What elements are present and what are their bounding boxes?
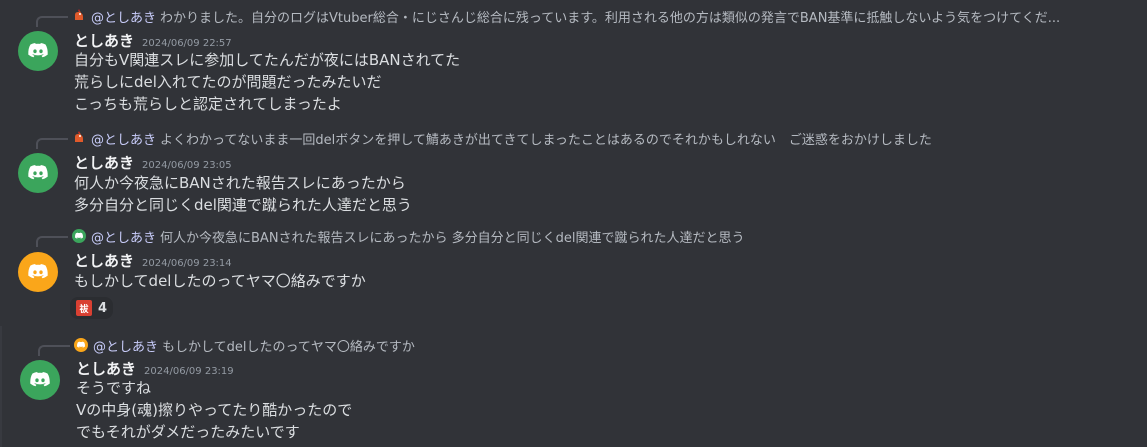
message-line: 荒らしにdel入れてたのが問題だったみたいだ xyxy=(74,73,382,91)
message-line: 多分自分と同じくdel関連で蹴られた人達だと思う xyxy=(74,196,412,214)
timestamp[interactable]: 2024/06/09 23:05 xyxy=(142,160,232,171)
reaction-count: 4 xyxy=(98,300,108,316)
reply-mention[interactable]: @としあき xyxy=(91,129,156,148)
message-line: 何人か今夜急にBANされた報告スレにあったから xyxy=(74,174,406,192)
reply-text: 何人か今夜急にBANされた報告スレにあったから 多分自分と同じくdel関連で蹴ら… xyxy=(160,230,745,246)
reply-preview[interactable]: @としあき もしかしてdelしたのってヤマ〇絡みですか xyxy=(74,336,1134,354)
timestamp[interactable]: 2024/06/09 23:14 xyxy=(142,258,232,269)
timestamp[interactable]: 2024/06/09 23:19 xyxy=(144,366,234,377)
author-name[interactable]: としあき xyxy=(74,30,134,51)
author-name[interactable]: としあき xyxy=(74,152,134,173)
rooster-icon xyxy=(72,131,86,145)
message-line: 自分もV関連スレに参加してたんだが夜にはBANされてた xyxy=(74,51,461,69)
reply-preview[interactable]: @としあき よくわかってないまま一回delボタンを押して鯖あきが出てきてしまった… xyxy=(72,129,1137,147)
message-line: そうですね xyxy=(76,379,152,397)
reply-mention[interactable]: @としあき xyxy=(93,336,158,355)
message-line: こっちも荒らしと認定されてしまったよ xyxy=(74,95,342,113)
reaction-emoji-icon: 祓 xyxy=(76,300,92,316)
reply-mention[interactable]: @としあき xyxy=(91,227,156,246)
message-line: もしかしてdelしたのってヤマ〇絡みですか xyxy=(74,272,366,290)
discord-logo-icon xyxy=(72,229,86,243)
reply-connector xyxy=(36,16,68,27)
reply-preview[interactable]: @としあき わかりました。自分のログはVtuber総合・にじさんじ総合に残ってい… xyxy=(72,7,1137,25)
reply-connector xyxy=(38,345,70,356)
chat-messages: @としあき わかりました。自分のログはVtuber総合・にじさんじ総合に残ってい… xyxy=(0,0,1147,447)
avatar[interactable] xyxy=(20,360,60,400)
timestamp[interactable]: 2024/06/09 22:57 xyxy=(142,38,232,49)
reaction-button[interactable]: 祓 4 xyxy=(70,297,114,319)
reply-connector xyxy=(36,236,68,247)
reply-mention[interactable]: @としあき xyxy=(91,7,156,26)
discord-logo-icon xyxy=(28,43,48,58)
discord-logo-icon xyxy=(28,264,48,279)
reply-preview[interactable]: @としあき 何人か今夜急にBANされた報告スレにあったから 多分自分と同じくde… xyxy=(72,227,1137,245)
reply-text: わかりました。自分のログはVtuber総合・にじさんじ総合に残っています。利用さ… xyxy=(160,10,1061,26)
message[interactable]: @としあき わかりました。自分のログはVtuber総合・にじさんじ総合に残ってい… xyxy=(0,0,1147,120)
message-line: Vの中身(魂)擦りやってたり酷かったので xyxy=(76,401,353,419)
author-name[interactable]: としあき xyxy=(76,358,136,379)
avatar[interactable] xyxy=(18,31,58,71)
reply-text: よくわかってないまま一回delボタンを押して鯖あきが出てきてしまったことはあるの… xyxy=(160,132,932,148)
discord-logo-icon xyxy=(74,338,88,352)
author-name[interactable]: としあき xyxy=(74,250,134,271)
avatar[interactable] xyxy=(18,252,58,292)
message-line: でもそれがダメだったみたいです xyxy=(76,423,300,441)
avatar[interactable] xyxy=(18,153,58,193)
reply-connector xyxy=(36,138,68,149)
message[interactable]: @としあき もしかしてdelしたのってヤマ〇絡みですか としあき 2024/06… xyxy=(0,0,1147,441)
discord-logo-icon xyxy=(30,372,50,387)
message-highlight-bar xyxy=(0,326,2,447)
reply-text: もしかしてdelしたのってヤマ〇絡みですか xyxy=(162,339,415,355)
discord-logo-icon xyxy=(28,165,48,180)
rooster-icon xyxy=(72,9,86,23)
